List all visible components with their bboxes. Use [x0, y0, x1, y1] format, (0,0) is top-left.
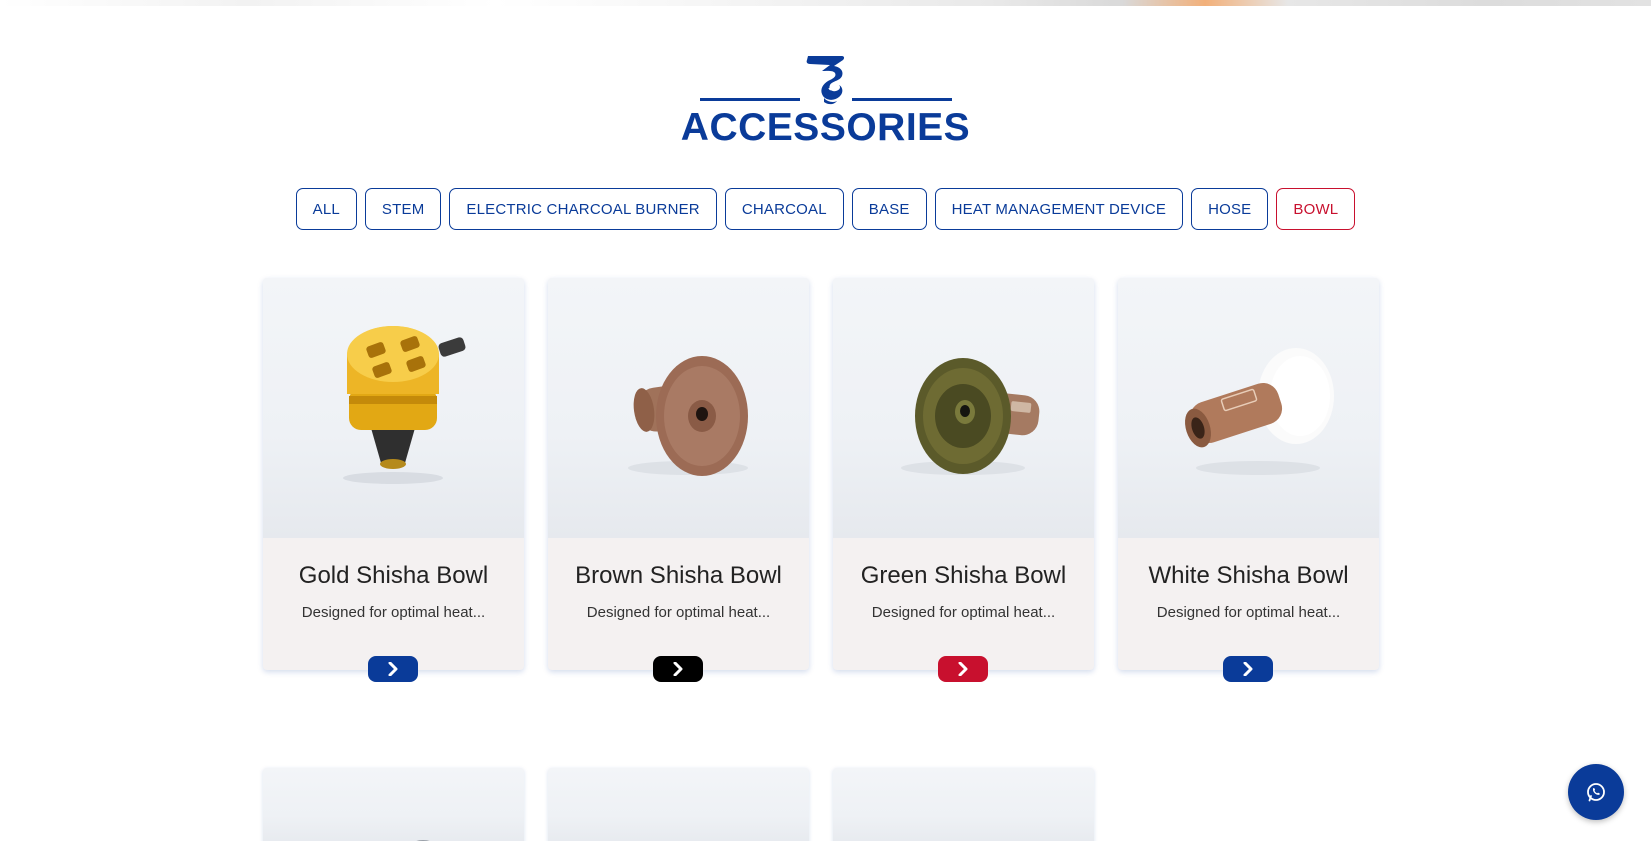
filter-base-button[interactable]: BASE	[851, 188, 927, 230]
product-image	[1118, 278, 1379, 538]
chevron-right-icon	[388, 662, 398, 676]
product-description: Designed for optimal heat...	[871, 604, 1056, 621]
product-image	[833, 278, 1094, 538]
product-image	[263, 278, 524, 538]
product-name: Gold Shisha Bowl	[298, 562, 489, 589]
view-product-button[interactable]	[653, 656, 703, 682]
product-name: Brown Shisha Bowl	[575, 562, 782, 589]
product-image	[833, 768, 1094, 841]
product-name: Green Shisha Bowl	[860, 562, 1067, 589]
logo-divider-left	[699, 97, 800, 101]
product-image	[548, 278, 809, 538]
filter-all-button[interactable]: ALL	[295, 188, 357, 230]
product-card[interactable]: Green Shisha Bowl Designed for optimal h…	[833, 278, 1094, 682]
category-filter-bar: ALL STEM ELECTRIC CHARCOAL BURNER CHARCO…	[0, 188, 1651, 230]
product-card[interactable]	[548, 768, 809, 841]
section-title: ACCESSORIES	[680, 106, 971, 149]
filter-stem-button[interactable]: STEM	[364, 188, 442, 230]
chevron-right-icon	[673, 662, 683, 676]
product-description: Designed for optimal heat...	[301, 604, 486, 621]
section-header: ACCESSORIES	[0, 52, 1651, 152]
chevron-right-icon	[958, 662, 968, 676]
whatsapp-button[interactable]	[1568, 764, 1624, 820]
filter-charcoal-button[interactable]: CHARCOAL	[724, 188, 844, 230]
smoke-logo-icon	[806, 56, 844, 105]
logo-row	[699, 52, 952, 106]
logo-divider-right	[851, 97, 952, 101]
product-card[interactable]	[263, 768, 524, 841]
filter-electric-charcoal-burner-button[interactable]: ELECTRIC CHARCOAL BURNER	[449, 188, 717, 230]
product-image	[548, 768, 809, 841]
product-name: White Shisha Bowl	[1148, 562, 1349, 589]
view-product-button[interactable]	[368, 656, 418, 682]
product-card[interactable]	[833, 768, 1094, 841]
filter-hose-button[interactable]: HOSE	[1191, 188, 1269, 230]
product-image	[263, 768, 524, 841]
filter-heat-management-device-button[interactable]: HEAT MANAGEMENT DEVICE	[934, 188, 1184, 230]
product-description: Designed for optimal heat...	[586, 604, 771, 621]
product-card[interactable]: White Shisha Bowl Designed for optimal h…	[1118, 278, 1379, 682]
chevron-right-icon	[1243, 662, 1253, 676]
view-product-button[interactable]	[1223, 656, 1273, 682]
product-card[interactable]: Brown Shisha Bowl Designed for optimal h…	[548, 278, 809, 682]
hero-image-bottom-edge	[0, 0, 1651, 6]
product-description: Designed for optimal heat...	[1156, 604, 1341, 621]
whatsapp-icon	[1587, 783, 1605, 802]
view-product-button[interactable]	[938, 656, 988, 682]
filter-bowl-button[interactable]: BOWL	[1276, 188, 1356, 230]
product-card[interactable]: Gold Shisha Bowl Designed for optimal he…	[263, 278, 524, 682]
